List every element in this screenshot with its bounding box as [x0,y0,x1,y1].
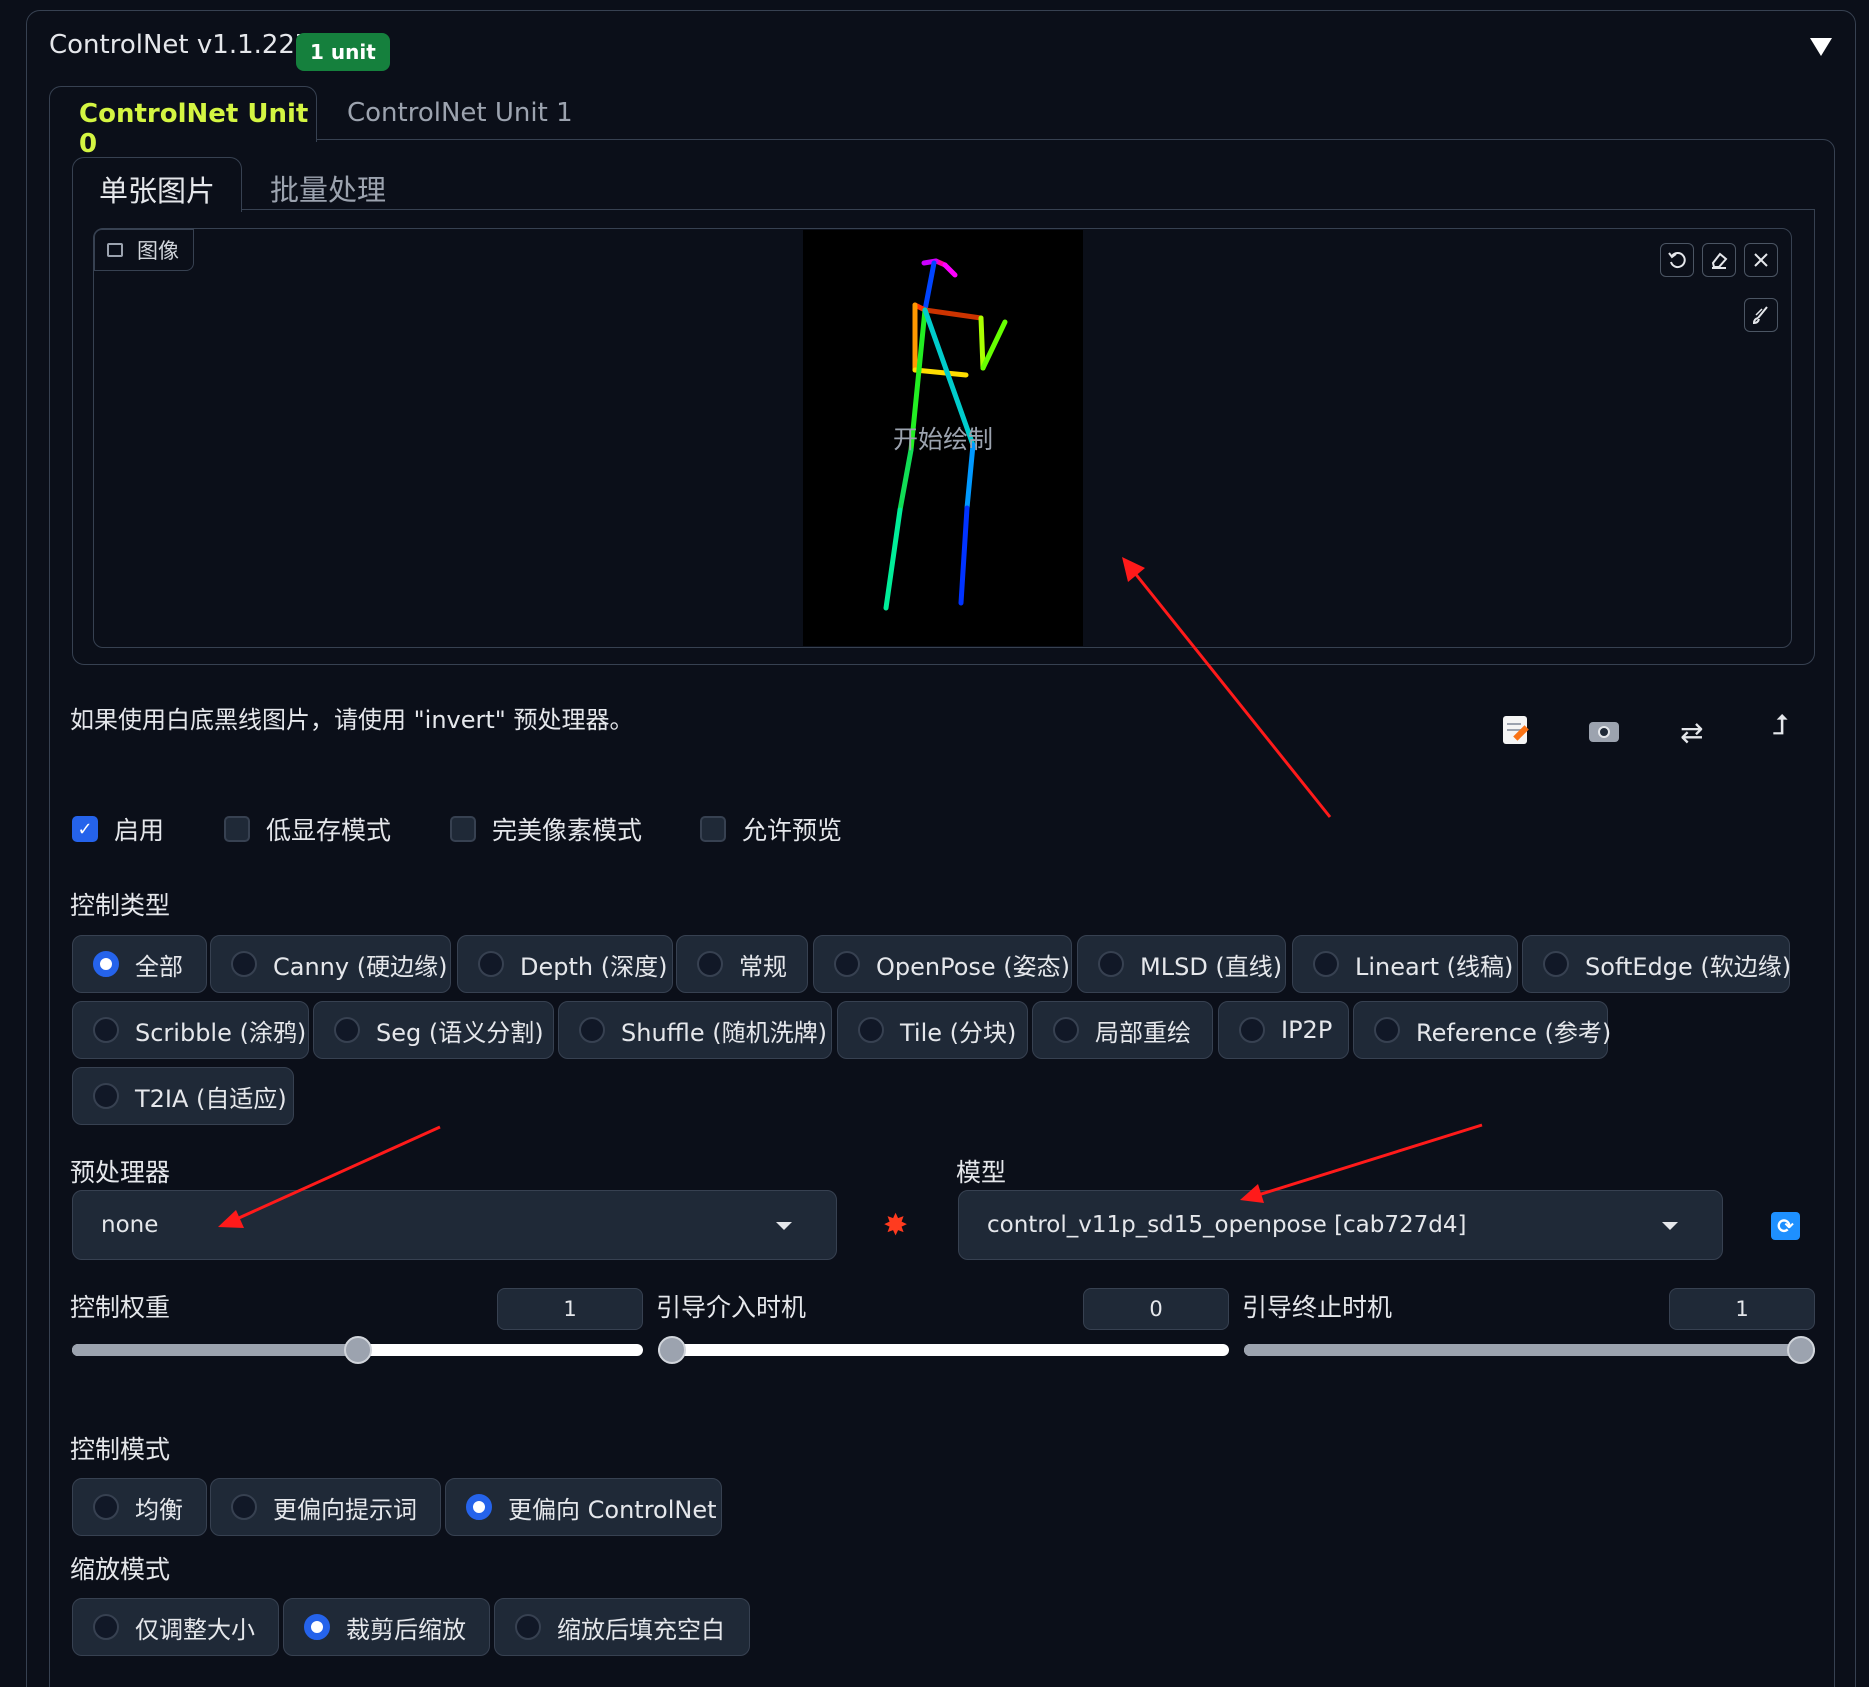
annotation-arrows [218,557,1483,1228]
arrow-to-model [1254,1123,1483,1198]
arrowhead-model [1240,1184,1264,1203]
arrow-to-image [1128,566,1332,818]
arrowhead-image [1122,557,1145,582]
arrow-to-preprocessor [229,1125,441,1224]
